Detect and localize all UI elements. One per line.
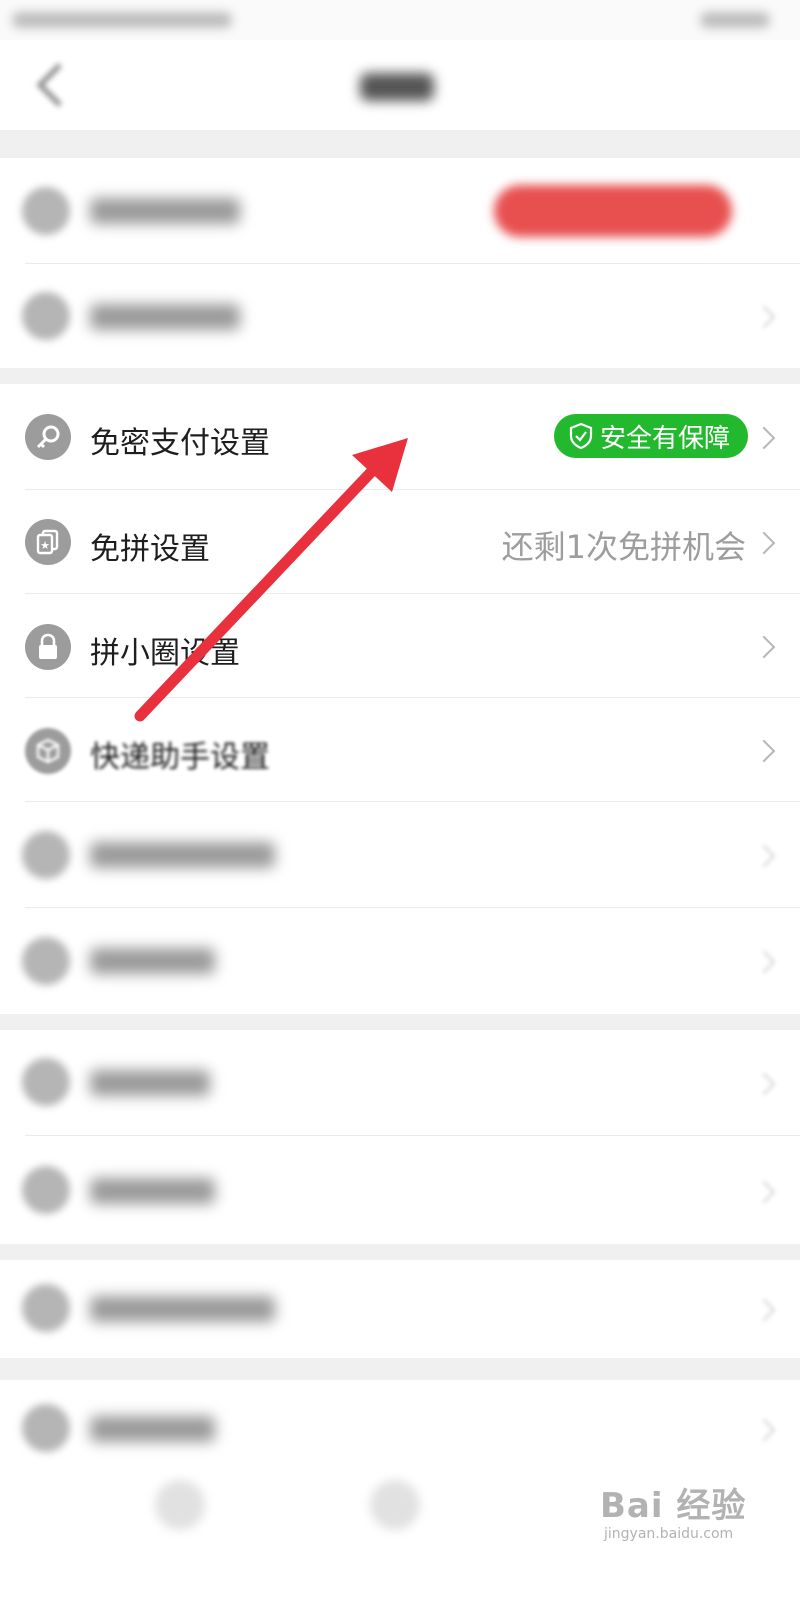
settings-row-label: 免拼设置 [90,532,210,567]
blurred-section [0,1260,800,1358]
chevron-right-icon [752,1418,776,1442]
key-icon [25,414,71,460]
status-bar-battery-blurred [700,12,770,28]
section-gap [0,1244,800,1260]
account-section-blurred [0,158,800,368]
blurred-label [90,842,275,868]
chevron-right-icon [752,635,776,659]
blurred-row[interactable] [0,802,800,908]
settings-row-pin-circle[interactable]: 拼小圈设置 [0,594,800,698]
blurred-label [90,304,240,330]
chevron-right-icon [752,426,776,450]
shield-check-icon [569,422,593,450]
blurred-icon [22,187,70,235]
blurred-icon [22,1166,70,1214]
blurred-row[interactable] [0,1136,800,1244]
settings-row-label: 快递助手设置 [90,740,270,775]
status-bar [0,0,800,40]
chevron-right-icon [752,305,776,329]
blurred-row[interactable] [0,158,800,264]
watermark: Bai 经验 jingyan.baidu.com [600,1478,790,1558]
blurred-row[interactable] [0,908,800,1014]
settings-row-courier-assistant[interactable]: 快递助手设置 [0,698,800,802]
blurred-label [90,1296,275,1322]
section-gap [0,130,800,158]
blurred-label [90,1070,210,1096]
back-arrow-icon[interactable] [30,60,70,110]
settings-row-password-free-payment[interactable]: 免密支付设置 安全有保障 [0,384,800,490]
blurred-icon [22,1058,70,1106]
chevron-right-icon [752,531,776,555]
security-badge: 安全有保障 [553,414,748,458]
security-badge-text: 安全有保障 [599,423,730,454]
chevron-right-icon [752,1298,776,1322]
svg-text:★: ★ [40,539,50,552]
chevron-right-icon [752,739,776,763]
chevron-right-icon [752,844,776,868]
blurred-red-pill[interactable] [494,185,732,237]
blurred-row[interactable] [0,1030,800,1136]
blurred-label [90,948,215,974]
blurred-label [90,198,240,224]
blurred-row[interactable] [0,1380,800,1480]
remaining-free-chances-text: 还剩1次免拼机会 [501,528,746,566]
star-card-icon: ★ [25,519,71,565]
tabbar-icon-blurred[interactable] [155,1480,205,1530]
blurred-icon [22,937,70,985]
blurred-icon [22,1404,70,1452]
blurred-row[interactable] [0,264,800,368]
section-gap [0,368,800,384]
chevron-right-icon [752,1072,776,1096]
settings-row-label: 拼小圈设置 [90,636,240,671]
blurred-row[interactable] [0,1260,800,1358]
page-title-blurred [360,73,434,101]
package-icon [25,728,71,774]
blurred-icon [22,1284,70,1332]
section-gap [0,1358,800,1380]
settings-section: 免密支付设置 安全有保障 ★ 免拼设置 还剩1次免拼机会 拼小圈设置 快递助手设… [0,384,800,1014]
blurred-section [0,1030,800,1244]
settings-row-group-free[interactable]: ★ 免拼设置 还剩1次免拼机会 [0,490,800,594]
section-gap [0,1014,800,1030]
blurred-icon [22,292,70,340]
chevron-right-icon [752,950,776,974]
chevron-right-icon [752,1180,776,1204]
blurred-icon [22,831,70,879]
lock-icon [25,624,71,670]
status-bar-time-blurred [12,12,232,28]
watermark-url: jingyan.baidu.com [604,1526,734,1542]
blurred-label [90,1178,215,1204]
blurred-label [90,1416,215,1442]
tabbar-icon-blurred[interactable] [370,1480,420,1530]
watermark-logo-text: Bai 经验 [600,1486,747,1526]
top-nav-bar [0,40,800,130]
settings-row-label: 免密支付设置 [90,426,270,461]
